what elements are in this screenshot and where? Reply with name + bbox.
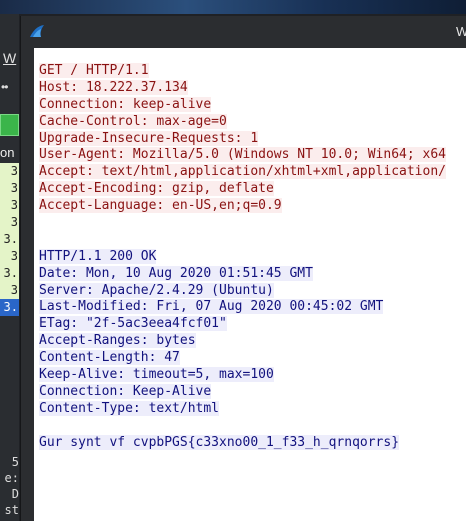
detail-line: st xyxy=(4,503,19,517)
server-response-line: Server: Apache/2.4.29 (Ubuntu) xyxy=(39,282,446,300)
packet-row[interactable]: 3. xyxy=(0,299,19,316)
server-response-line: Last-Modified: Fri, 07 Aug 2020 00:45:02… xyxy=(39,299,446,316)
client-request-line-text: Cache-Control: max-age=0 xyxy=(39,113,227,129)
server-response-line: Content-Type: text/html xyxy=(39,400,446,418)
packet-list[interactable]: 3 3 3 3 3. 3 3. 3 3. xyxy=(0,163,19,316)
server-response-line: Date: Mon, 10 Aug 2020 01:51:45 GMT xyxy=(39,265,446,283)
client-request-line: Host: 18.222.37.134 xyxy=(39,79,446,97)
window-title: W xyxy=(456,24,466,39)
detail-line: 5 xyxy=(11,455,19,469)
client-request-line: GET / HTTP/1.1 xyxy=(39,63,446,80)
server-response-line-text: Date: Mon, 10 Aug 2020 01:51:45 GMT xyxy=(39,265,313,281)
server-response-line-text: Last-Modified: Fri, 07 Aug 2020 00:45:02… xyxy=(39,299,384,315)
server-response-line-text: Server: Apache/2.4.29 (Ubuntu) xyxy=(39,282,274,298)
client-request-line: Connection: keep-alive xyxy=(39,96,446,114)
server-response-line: Accept-Ranges: bytes xyxy=(39,333,446,350)
client-request-line: Accept: text/html,application/xhtml+xml,… xyxy=(39,164,446,181)
stream-gap xyxy=(39,418,446,435)
server-response-line: Keep-Alive: timeout=5, max=100 xyxy=(39,367,446,384)
client-request-line-text: Host: 18.222.37.134 xyxy=(39,79,188,95)
stream-gap xyxy=(39,215,446,232)
client-request-line-text: Accept-Encoding: gzip, deflate xyxy=(39,181,274,197)
server-response-line-text: Content-Length: 47 xyxy=(39,350,180,366)
detail-line: D xyxy=(11,487,19,501)
toolbar-glyph[interactable]: •• xyxy=(1,80,8,94)
packet-details-pane: 5 e: Dst xyxy=(0,454,19,518)
display-filter-bar[interactable] xyxy=(0,114,19,136)
client-request-line-text: Upgrade-Insecure-Requests: 1 xyxy=(39,130,259,146)
packet-row[interactable]: 3 xyxy=(0,197,19,214)
detail-line: e: xyxy=(4,471,19,485)
client-request-line: Upgrade-Insecure-Requests: 1 xyxy=(39,130,446,148)
window-titlebar[interactable]: W xyxy=(21,16,466,48)
server-response-line-text: Keep-Alive: timeout=5, max=100 xyxy=(39,367,274,383)
client-request-line-text: User-Agent: Mozilla/5.0 (Windows NT 10.0… xyxy=(39,147,446,163)
client-request-line-text: Accept: text/html,application/xhtml+xml,… xyxy=(39,164,446,180)
client-request-line-text: Connection: keep-alive xyxy=(39,96,212,112)
client-request-line-text: GET / HTTP/1.1 xyxy=(39,63,149,78)
follow-tcp-stream-window: W GET / HTTP/1.1 Host: 18.222.37.134 Conne… xyxy=(20,16,466,521)
background-wireshark-main-window: W •• on 3 3 3 3 3. 3 3. 3 3. 5 e: Dst xyxy=(0,14,19,521)
server-response-line-text: Content-Type: text/html xyxy=(39,400,220,416)
main-menu-label[interactable]: W xyxy=(3,50,16,66)
wireshark-fin-icon xyxy=(29,24,45,43)
client-request-line: User-Agent: Mozilla/5.0 (Windows NT 10.0… xyxy=(39,147,446,164)
packet-row[interactable]: 3 xyxy=(0,180,19,197)
server-response-line: HTTP/1.1 200 OK xyxy=(39,248,446,266)
packet-row[interactable]: 3 xyxy=(0,282,19,299)
server-response-line: ETag: "2f-5ac3eea4fcf01" xyxy=(39,316,446,333)
server-body-line-text: Gur synt vf cvpbPGS{c33xno00_1_f33_h_qrn… xyxy=(39,434,400,450)
client-request-line: Accept-Language: en-US,en;q=0.9 xyxy=(39,198,446,215)
packet-row[interactable]: 3 xyxy=(0,163,19,180)
packet-row[interactable]: 3. xyxy=(0,231,19,248)
packet-row[interactable]: 3 xyxy=(0,214,19,231)
server-response-line: Connection: Keep-Alive xyxy=(39,383,446,401)
stream-content-pane[interactable]: GET / HTTP/1.1 Host: 18.222.37.134 Connect… xyxy=(34,48,466,521)
client-request-line: Cache-Control: max-age=0 xyxy=(39,113,446,131)
client-request-line: Accept-Encoding: gzip, deflate xyxy=(39,181,446,198)
server-response-line-text: ETag: "2f-5ac3eea4fcf01" xyxy=(39,316,227,332)
stream-gap xyxy=(39,232,446,249)
server-response-line-text: Accept-Ranges: bytes xyxy=(39,333,196,349)
server-response-line-text: Connection: Keep-Alive xyxy=(39,383,212,399)
packet-list-column-header[interactable]: on xyxy=(0,145,14,160)
client-request-line-text: Accept-Language: en-US,en;q=0.9 xyxy=(39,198,282,214)
server-body-line: Gur synt vf cvpbPGS{c33xno00_1_f33_h_qrn… xyxy=(39,434,446,452)
packet-row[interactable]: 3 xyxy=(0,248,19,265)
server-response-line: Content-Length: 47 xyxy=(39,350,446,367)
stream-text: GET / HTTP/1.1 Host: 18.222.37.134 Connect… xyxy=(39,63,446,451)
packet-row[interactable]: 3. xyxy=(0,265,19,282)
desktop-background xyxy=(0,0,466,14)
server-response-line-text: HTTP/1.1 200 OK xyxy=(39,248,157,264)
